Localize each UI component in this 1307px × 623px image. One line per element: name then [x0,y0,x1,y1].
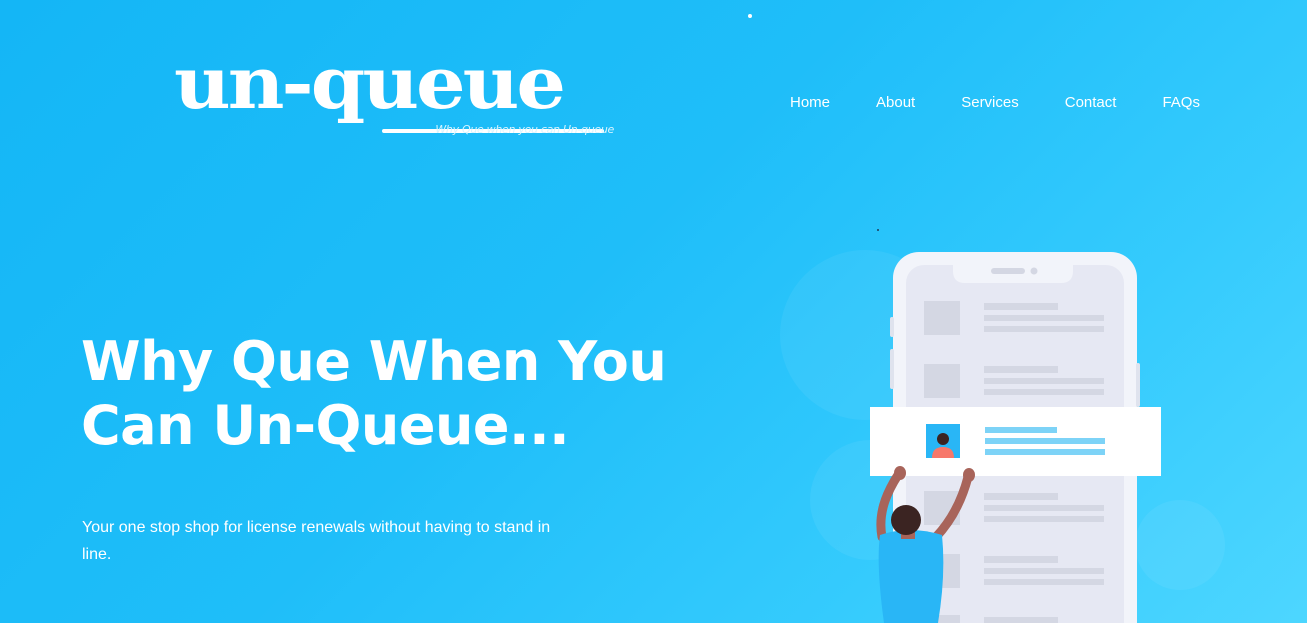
hero-title-line-2: Can Un-Queue... [81,394,570,457]
logo-wordmark: un-queue [174,41,566,126]
hero-title-line-1: Why Que When You [81,330,667,393]
hero-title: Why Que When You Can Un-Queue... [81,330,681,458]
nav-about-link[interactable]: About [876,94,915,112]
brand-logo[interactable]: un-queue Why Que when you can Un-queue [172,48,617,146]
main-nav: Home About Services Contact FAQs [790,94,1200,112]
nav-contact-link[interactable]: Contact [1065,94,1117,112]
nav-home-link[interactable]: Home [790,94,830,112]
phone-app-person-illustration-icon [760,225,1230,623]
logo-tagline: Why Que when you can Un-queue [435,123,614,136]
nav-services-link[interactable]: Services [961,94,1019,112]
decorative-dot [748,14,752,18]
hero-subtitle: Your one stop shop for license renewals … [82,519,551,563]
nav-faqs-link[interactable]: FAQs [1162,94,1200,112]
